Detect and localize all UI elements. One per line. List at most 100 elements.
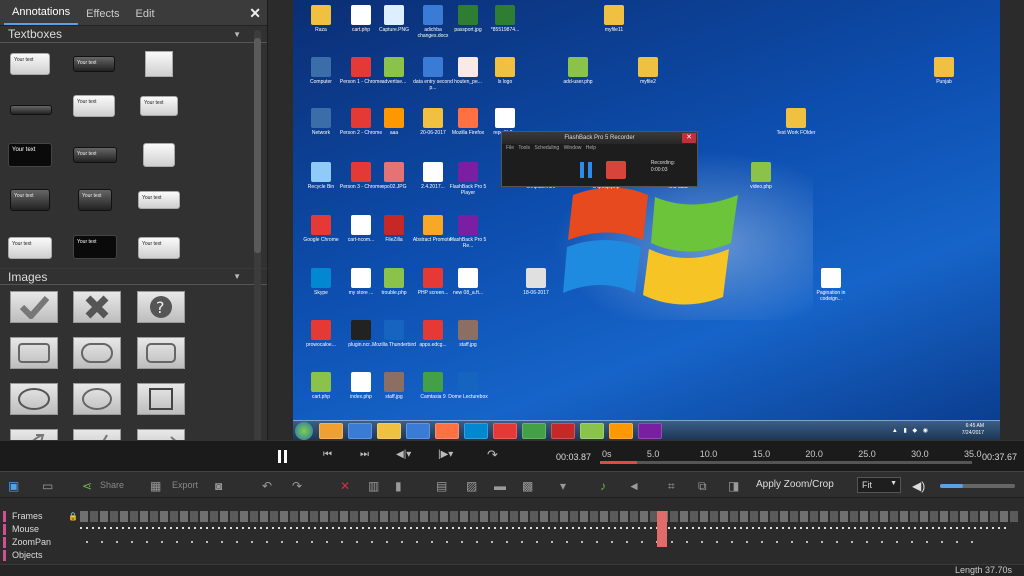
collapse-arrow-icon[interactable]: ▼ [233,272,241,281]
desktop-icon[interactable]: myfile2 [625,57,671,85]
frame-block[interactable] [510,511,518,522]
images-section-header[interactable]: Images ▼ [0,268,267,285]
apply-zoom-crop-button[interactable]: Apply Zoom/Crop [756,479,834,490]
frame-block[interactable] [710,511,718,522]
step-forward-icon[interactable]: |▶▾ [438,449,453,460]
tab-edit[interactable]: Edit [128,2,163,25]
taskbar-app-icon[interactable] [406,423,430,439]
desktop-icon[interactable]: Dome Lecturebox [445,372,491,400]
frame-block[interactable] [600,511,608,522]
rectangle-outline-icon[interactable] [137,337,185,369]
frame-block[interactable] [200,511,208,522]
save-icon[interactable]: ▣ [8,479,19,493]
recorder-close-icon[interactable]: ✕ [682,133,696,143]
frame-block[interactable] [740,511,748,522]
frame-block[interactable] [150,511,158,522]
frame-block[interactable] [130,511,138,522]
frame-block[interactable] [730,511,738,522]
frame-block[interactable] [140,511,148,522]
frame-block[interactable] [370,511,378,522]
frame-block[interactable] [870,511,878,522]
frame-block[interactable] [640,511,648,522]
frame-block[interactable] [970,511,978,522]
frame-block[interactable] [950,511,958,522]
frame-block[interactable] [350,511,358,522]
frame-block[interactable] [780,511,788,522]
frame-block[interactable] [700,511,708,522]
frame-block[interactable] [280,511,288,522]
frame-block[interactable] [160,511,168,522]
folder-icon[interactable]: ▭ [42,479,53,493]
highlight-icon[interactable]: ▩ [522,479,533,493]
frame-block[interactable] [300,511,308,522]
frame-block[interactable] [240,511,248,522]
volume-icon[interactable]: ◀) [912,479,925,493]
desktop-icon[interactable]: FlashBack Pro 5 Player [445,162,491,196]
frame-block[interactable] [840,511,848,522]
frame-block[interactable] [580,511,588,522]
share-icon[interactable]: ⋖ [82,479,92,493]
textbox-style-7[interactable]: Your text [8,143,52,167]
desktop-icon[interactable]: Test Work FOlder [773,108,819,136]
frame-block[interactable] [220,511,228,522]
taskbar-app-icon[interactable] [551,423,575,439]
frame-block[interactable] [860,511,868,522]
start-button[interactable] [295,422,313,440]
desktop-icon[interactable]: Pagination in codeign... [808,268,854,302]
frame-block[interactable] [570,511,578,522]
flashback-recorder-window[interactable]: FlashBack Pro 5 Recorder ✕ File Tools Sc… [501,131,698,187]
frame-block[interactable] [900,511,908,522]
desktop-icon[interactable]: myfile11 [591,5,637,33]
tab-effects[interactable]: Effects [78,2,127,25]
frame-block[interactable] [770,511,778,522]
volume-slider[interactable] [940,484,1015,488]
frame-block[interactable] [340,511,348,522]
frame-block[interactable] [990,511,998,522]
desktop-icon[interactable]: ls logo [482,57,528,85]
recorder-stop-icon[interactable] [606,161,626,179]
desktop-icon[interactable]: staff.jpg [445,320,491,348]
frame-block[interactable] [490,511,498,522]
camera-icon[interactable]: ◙ [215,479,222,493]
frame-block[interactable] [260,511,268,522]
share-button[interactable]: Share [100,480,124,490]
close-icon[interactable]: ✕ [249,5,261,22]
recorder-menu-scheduling[interactable]: Scheduling [534,145,559,151]
frame-block[interactable] [400,511,408,522]
taskbar-app-icon[interactable] [638,423,662,439]
frame-block[interactable] [440,511,448,522]
recorder-pause-icon[interactable] [580,162,584,178]
playhead-marker[interactable] [657,511,667,547]
frame-block[interactable] [910,511,918,522]
loop-icon[interactable]: ↷ [487,447,498,463]
frame-block[interactable] [390,511,398,522]
frame-block[interactable] [1010,511,1018,522]
zoom-icon[interactable]: ⧉ [698,479,707,494]
desktop-icon[interactable]: *85519874... [482,5,528,33]
taskbar-clock[interactable]: 6:45 AM 7/24/2017 [962,423,984,437]
frame-block[interactable] [360,511,368,522]
frame-block[interactable] [810,511,818,522]
desktop-icon[interactable]: add-user.php [555,57,601,85]
textbox-style-8[interactable]: Your text [73,147,117,163]
textbox-style-11[interactable]: Your text [78,189,112,211]
frame-block[interactable] [930,511,938,522]
blur-icon[interactable]: ▬ [494,479,506,493]
checkmark-icon[interactable] [10,291,58,323]
textbox-style-4[interactable] [10,105,52,115]
recorder-menu-window[interactable]: Window [564,145,582,151]
zoom-fit-select[interactable]: Fit ▼ [857,477,901,493]
desktop-icon[interactable]: 18-06-2017 [513,268,559,296]
panel-scrollbar[interactable] [254,30,261,470]
frame-block[interactable] [380,511,388,522]
frame-strip[interactable] [80,511,1020,522]
frame-block[interactable] [190,511,198,522]
frame-block[interactable] [530,511,538,522]
frame-block[interactable] [720,511,728,522]
more-icon[interactable]: ▾ [560,479,566,493]
question-icon[interactable]: ? [137,291,185,323]
frame-block[interactable] [620,511,628,522]
delete-icon[interactable]: ✕ [340,479,350,493]
frames-icon[interactable]: ▥ [368,479,379,493]
frame-block[interactable] [540,511,548,522]
